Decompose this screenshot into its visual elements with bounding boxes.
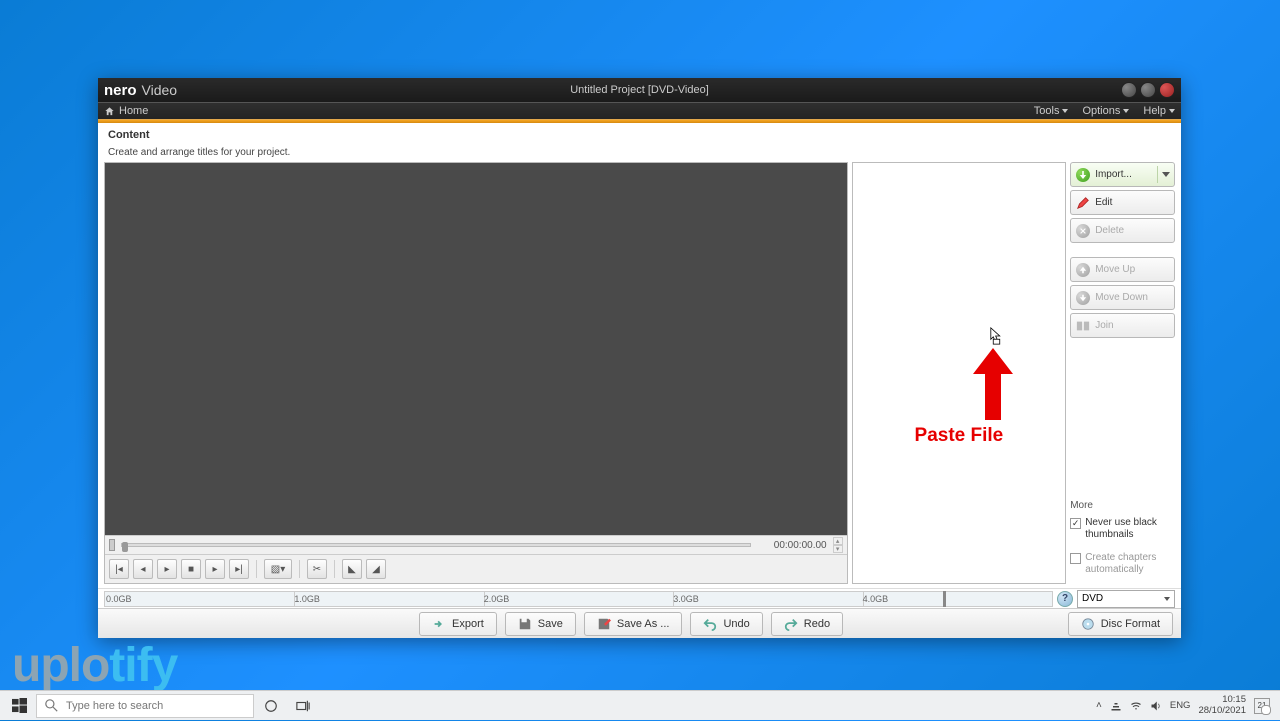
size-track[interactable]: 0.0GB 1.0GB 2.0GB 3.0GB 4.0GB: [104, 591, 1053, 607]
import-button[interactable]: Import...: [1070, 162, 1175, 187]
floppy-icon: [518, 617, 532, 631]
move-up-button[interactable]: Move Up: [1070, 257, 1175, 282]
help-icon[interactable]: ?: [1057, 591, 1073, 607]
windows-taskbar: Type here to search ˄ ENG 10:15 28/10/20…: [0, 690, 1280, 720]
circle-icon: [264, 699, 278, 713]
export-icon: [432, 617, 446, 631]
clock[interactable]: 10:15 28/10/2021: [1198, 695, 1246, 716]
notification-center[interactable]: 21: [1254, 698, 1270, 714]
minimize-button[interactable]: [1121, 82, 1137, 98]
checkbox-icon: [1070, 553, 1081, 564]
arrow-up-icon: [1076, 263, 1090, 277]
seek-bar[interactable]: 00:00:00.00 ▴▾: [105, 535, 847, 555]
undo-icon: [703, 617, 717, 631]
chevron-down-icon: [1164, 597, 1170, 601]
timecode-stepper[interactable]: ▴▾: [833, 537, 843, 553]
task-view-button[interactable]: [288, 691, 318, 721]
mark-out-button[interactable]: ◢: [366, 559, 386, 579]
wifi-icon[interactable]: [1130, 700, 1142, 712]
maximize-button[interactable]: [1140, 82, 1156, 98]
volume-icon[interactable]: [1150, 700, 1162, 712]
page-subtitle: Create and arrange titles for your proje…: [108, 147, 1171, 158]
action-sidebar: Import... Edit Delete Move Up Move Down: [1070, 162, 1175, 584]
menubar: Home Tools Options Help: [98, 102, 1181, 120]
seek-track[interactable]: [121, 543, 751, 547]
stop-button[interactable]: ■: [181, 559, 201, 579]
annotation-arrow-icon: [973, 348, 1013, 420]
transport-controls: |◂ ◂ ▸ ■ ▸ ▸| ▧▾ ✂ ◣ ◢: [105, 555, 847, 583]
titlebar[interactable]: neroVideo Untitled Project [DVD-Video]: [98, 78, 1181, 102]
disc-icon: [1081, 617, 1095, 631]
search-input[interactable]: Type here to search: [36, 694, 254, 718]
more-label: More: [1070, 500, 1175, 511]
preview-canvas[interactable]: [105, 163, 847, 535]
move-down-button[interactable]: Move Down: [1070, 285, 1175, 310]
checkbox-icon: [1070, 518, 1081, 529]
delete-button[interactable]: Delete: [1070, 218, 1175, 243]
capacity-marker: [943, 591, 946, 607]
disc-type-select[interactable]: DVD: [1077, 590, 1175, 608]
chevron-down-icon: [1169, 109, 1175, 113]
windows-icon: [12, 698, 27, 713]
footer-toolbar: Export Save Save As ... Undo Redo Disc F…: [98, 608, 1181, 638]
tray-chevron-icon[interactable]: ˄: [1096, 700, 1102, 711]
cortana-button[interactable]: [256, 691, 286, 721]
snapshot-button[interactable]: ▧▾: [264, 559, 292, 579]
system-tray: ˄ ENG 10:15 28/10/2021 21: [1096, 695, 1276, 716]
options-menu[interactable]: Options: [1082, 105, 1129, 117]
floppy-pencil-icon: [597, 617, 611, 631]
step-back-button[interactable]: ◂: [133, 559, 153, 579]
disc-format-button[interactable]: Disc Format: [1068, 612, 1173, 636]
watermark: uplotify: [12, 638, 177, 693]
page-header: Content Create and arrange titles for yo…: [98, 123, 1181, 162]
join-icon: [1076, 319, 1090, 333]
auto-chapters-checkbox[interactable]: Create chapters automatically: [1070, 552, 1175, 576]
project-title: Untitled Project [DVD-Video]: [98, 84, 1181, 96]
save-as-button[interactable]: Save As ...: [584, 612, 683, 636]
save-button[interactable]: Save: [505, 612, 576, 636]
arrow-down-icon: [1076, 291, 1090, 305]
drag-cursor-icon: [990, 327, 1003, 345]
export-button[interactable]: Export: [419, 612, 497, 636]
tools-menu[interactable]: Tools: [1034, 105, 1069, 117]
nero-video-window: neroVideo Untitled Project [DVD-Video] H…: [98, 78, 1181, 638]
chevron-down-icon: [1123, 109, 1129, 113]
home-button[interactable]: Home: [104, 105, 148, 117]
search-icon: [45, 699, 58, 712]
import-icon: [1076, 168, 1090, 182]
skip-back-button[interactable]: |◂: [109, 559, 129, 579]
pencil-icon: [1076, 196, 1090, 210]
title-list-panel[interactable]: Paste File: [852, 162, 1067, 584]
undo-button[interactable]: Undo: [690, 612, 762, 636]
play-button[interactable]: ▸: [157, 559, 177, 579]
join-button[interactable]: Join: [1070, 313, 1175, 338]
preview-panel: 00:00:00.00 ▴▾ |◂ ◂ ▸ ■ ▸ ▸| ▧▾ ✂ ◣ ◢: [104, 162, 848, 584]
chevron-down-icon: [1162, 172, 1170, 177]
seek-handle[interactable]: [109, 539, 115, 551]
help-menu[interactable]: Help: [1143, 105, 1175, 117]
timecode: 00:00:00.00: [757, 540, 827, 551]
network-icon[interactable]: [1110, 700, 1122, 712]
mark-in-button[interactable]: ◣: [342, 559, 362, 579]
disc-size-bar: 0.0GB 1.0GB 2.0GB 3.0GB 4.0GB ? DVD: [98, 588, 1181, 608]
task-view-icon: [296, 699, 310, 713]
delete-icon: [1076, 224, 1090, 238]
language-indicator[interactable]: ENG: [1170, 700, 1191, 711]
start-button[interactable]: [4, 691, 34, 721]
never-black-checkbox[interactable]: Never use black thumbnails: [1070, 517, 1175, 541]
home-icon: [104, 106, 115, 117]
skip-forward-button[interactable]: ▸|: [229, 559, 249, 579]
redo-icon: [784, 617, 798, 631]
annotation-label: Paste File: [853, 425, 1066, 447]
chevron-down-icon: [1062, 109, 1068, 113]
cut-button[interactable]: ✂: [307, 559, 327, 579]
close-button[interactable]: [1159, 82, 1175, 98]
page-title: Content: [108, 129, 1171, 141]
redo-button[interactable]: Redo: [771, 612, 843, 636]
step-forward-button[interactable]: ▸: [205, 559, 225, 579]
edit-button[interactable]: Edit: [1070, 190, 1175, 215]
